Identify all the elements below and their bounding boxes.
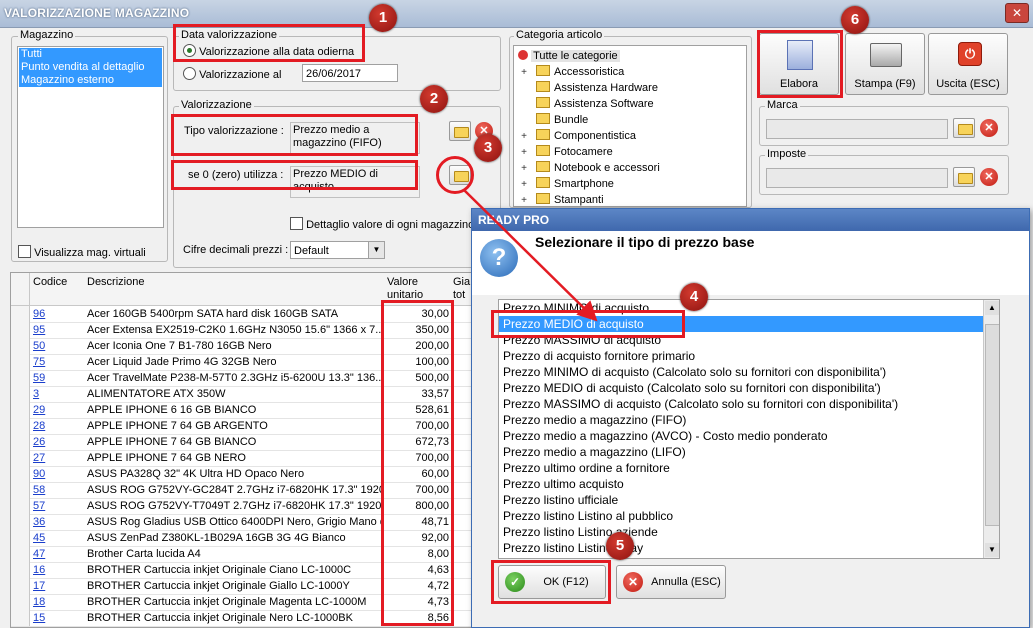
marker-1: 1 [369, 4, 397, 32]
marker-3: 3 [474, 134, 502, 162]
marker-5: 5 [606, 532, 634, 560]
marker-6: 6 [841, 6, 869, 34]
marker-2: 2 [420, 85, 448, 113]
annotation-arrow [463, 189, 598, 322]
marker-4: 4 [680, 283, 708, 311]
